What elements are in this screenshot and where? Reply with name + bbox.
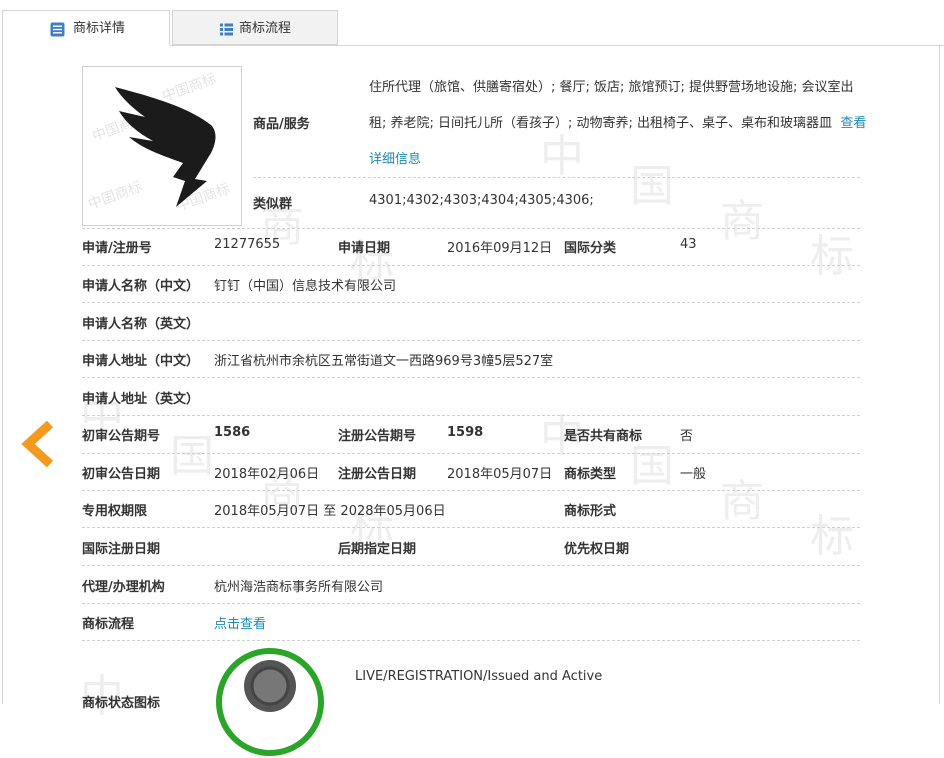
list-grid-icon bbox=[220, 23, 233, 36]
agent-label: 代理/办理机构 bbox=[82, 580, 165, 595]
row-divider bbox=[82, 415, 860, 416]
prelim-date-value: 2018年02月06日 bbox=[214, 467, 320, 482]
reg-no-label: 申请/注册号 bbox=[82, 241, 152, 256]
app-date-label: 申请日期 bbox=[338, 241, 391, 256]
address-en-label: 申请人地址（英文） bbox=[82, 392, 200, 407]
tab-label: 商标详情 bbox=[73, 21, 126, 36]
applicant-cn-label: 申请人名称（中文） bbox=[82, 279, 200, 294]
intl-class-value: 43 bbox=[680, 237, 697, 252]
tm-form-label: 商标形式 bbox=[564, 504, 617, 519]
goods-services-label: 商品/服务 bbox=[253, 117, 310, 132]
row-divider bbox=[82, 527, 860, 528]
chevron-left-icon[interactable] bbox=[20, 420, 54, 468]
priority-date-label: 优先权日期 bbox=[564, 542, 630, 557]
goods-services-value: 住所代理（旅馆、供膳寄宿处）; 餐厅; 饭店; 旅馆预订; 提供野营场地设施; … bbox=[369, 80, 867, 167]
status-text: LIVE/REGISTRATION/Issued and Active bbox=[355, 669, 603, 684]
row-divider bbox=[82, 490, 860, 491]
applicant-en-label: 申请人名称（英文） bbox=[82, 317, 200, 332]
trademark-image: 中国商标 中国商标 中国商标 中国商标 bbox=[82, 66, 242, 226]
tab-trademark-details[interactable]: 商标详情 bbox=[2, 10, 170, 45]
later-date-label: 后期指定日期 bbox=[338, 542, 417, 557]
prelim-no-label: 初审公告期号 bbox=[82, 429, 161, 444]
row-divider bbox=[82, 302, 860, 303]
status-icon-label: 商标状态图标 bbox=[82, 696, 161, 711]
reg-pub-date-value: 2018年05月07日 bbox=[447, 467, 553, 482]
row-divider bbox=[82, 640, 860, 641]
row-divider bbox=[82, 453, 860, 454]
view-flow-link[interactable]: 点击查看 bbox=[214, 613, 266, 632]
tm-type-value: 一般 bbox=[680, 467, 707, 482]
prelim-no-value: 1586 bbox=[214, 425, 251, 440]
exclusive-value: 2018年05月07日 至 2028年05月06日 bbox=[214, 504, 446, 519]
similar-group-label: 类似群 bbox=[253, 197, 293, 212]
tm-type-label: 商标类型 bbox=[564, 467, 617, 482]
row-divider bbox=[82, 265, 860, 266]
similar-group-value: 4301;4302;4303;4304;4305;4306; bbox=[369, 193, 594, 208]
reg-pub-no-value: 1598 bbox=[447, 425, 484, 440]
tab-label: 商标流程 bbox=[239, 21, 292, 36]
exclusive-label: 专用权期限 bbox=[82, 504, 148, 519]
tab-trademark-flow[interactable]: 商标流程 bbox=[172, 10, 338, 45]
reg-pub-date-label: 注册公告日期 bbox=[338, 467, 417, 482]
shared-label: 是否共有商标 bbox=[564, 429, 643, 444]
status-live-icon bbox=[216, 648, 324, 756]
agent-value: 杭州海浩商标事务所有限公司 bbox=[214, 580, 384, 595]
intl-reg-date-label: 国际注册日期 bbox=[82, 542, 161, 557]
row-divider bbox=[82, 340, 860, 341]
row-divider bbox=[82, 228, 860, 229]
app-date-value: 2016年09月12日 bbox=[447, 241, 553, 256]
reg-no-value: 21277655 bbox=[214, 237, 281, 252]
row-divider bbox=[82, 565, 860, 566]
applicant-cn-value: 钉钉（中国）信息技术有限公司 bbox=[214, 279, 397, 294]
shared-value: 否 bbox=[680, 429, 694, 444]
list-lines-icon bbox=[50, 22, 65, 37]
row-divider bbox=[82, 603, 860, 604]
reg-pub-no-label: 注册公告期号 bbox=[338, 429, 417, 444]
dingtalk-wing-logo bbox=[115, 87, 216, 207]
address-cn-label: 申请人地址（中文） bbox=[82, 354, 200, 369]
row-divider bbox=[82, 377, 860, 378]
row-divider bbox=[253, 177, 860, 178]
intl-class-label: 国际分类 bbox=[564, 241, 617, 256]
address-cn-value: 浙江省杭州市余杭区五常街道文一西路969号3幢5层527室 bbox=[214, 354, 554, 369]
prelim-date-label: 初审公告日期 bbox=[82, 467, 161, 482]
tab-bar: 商标详情 商标流程 bbox=[0, 0, 944, 46]
flow-label: 商标流程 bbox=[82, 617, 135, 632]
